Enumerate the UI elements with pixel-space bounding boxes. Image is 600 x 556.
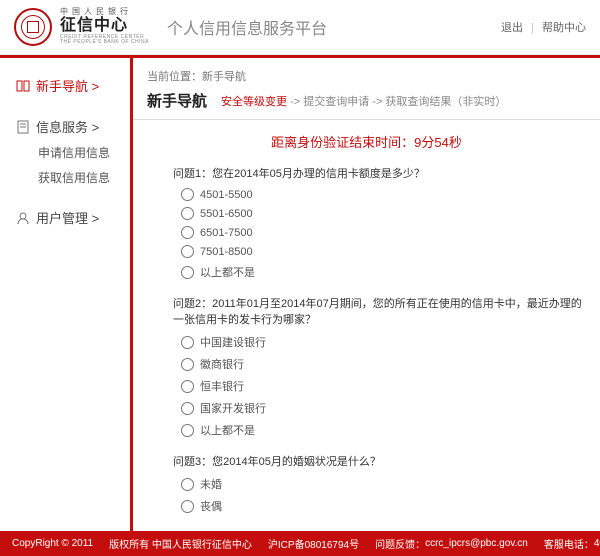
footer: CopyRight © 2011 版权所有 中国人民银行征信中心 沪ICP备08… bbox=[0, 531, 600, 556]
radio-input[interactable] bbox=[181, 226, 194, 239]
header: 中国人民银行 征信中心 CREDIT REFERENCE CENTER THE … bbox=[0, 0, 600, 55]
footer-tel-label: 客服电话： bbox=[544, 536, 594, 551]
logo-seal-icon bbox=[14, 8, 52, 46]
option-label: 国家开发银行 bbox=[200, 400, 266, 416]
radio-input[interactable] bbox=[181, 380, 194, 393]
footer-feedback-label: 问题反馈： bbox=[375, 536, 425, 551]
radio-input[interactable] bbox=[181, 500, 194, 513]
sidebar-sub-apply[interactable]: 申请信用信息 bbox=[16, 140, 130, 165]
qa-option[interactable]: 徽商银行 bbox=[173, 353, 586, 375]
page-title: 新手导航 bbox=[147, 90, 207, 111]
step-arrow: -> bbox=[369, 96, 385, 108]
qa-block-3: 问题3：您2014年05月的婚姻状况是什么？ 未婚 丧偶 bbox=[133, 453, 600, 521]
breadcrumb-current: 新手导航 bbox=[202, 71, 246, 83]
qa-option[interactable]: 国家开发银行 bbox=[173, 397, 586, 419]
footer-tel: 400-810-8866 bbox=[594, 538, 600, 549]
help-link[interactable]: 帮助中心 bbox=[542, 22, 586, 34]
platform-title: 个人信用信息服务平台 bbox=[167, 15, 327, 39]
option-label: 徽商银行 bbox=[200, 356, 244, 372]
option-label: 5501-6500 bbox=[200, 208, 253, 220]
step-2: 提交查询申请 bbox=[303, 96, 369, 108]
question-text: 问题3：您2014年05月的婚姻状况是什么？ bbox=[173, 453, 586, 469]
step-3: 获取查询结果（非实时） bbox=[385, 96, 506, 108]
sidebar-item-label: 新手导航 > bbox=[36, 76, 99, 95]
radio-input[interactable] bbox=[181, 245, 194, 258]
logout-link[interactable]: 退出 bbox=[501, 22, 523, 34]
sidebar: 新手导航 > 信息服务 > 申请信用信息 获取信用信息 用户管理 > bbox=[0, 58, 130, 531]
option-label: 丧偶 bbox=[200, 498, 222, 514]
qa-block-1: 问题1：您在2014年05月办理的信用卡额度是多少？ 4501-5500 550… bbox=[133, 165, 600, 287]
sidebar-sub-get[interactable]: 获取信用信息 bbox=[16, 165, 130, 190]
option-label: 6501-7500 bbox=[200, 227, 253, 239]
qa-option[interactable]: 以上都不是 bbox=[173, 419, 586, 441]
document-icon bbox=[16, 120, 30, 134]
option-label: 中国建设银行 bbox=[200, 334, 266, 350]
breadcrumb-prefix: 当前位置： bbox=[147, 71, 202, 83]
radio-input[interactable] bbox=[181, 207, 194, 220]
radio-input[interactable] bbox=[181, 266, 194, 279]
radio-input[interactable] bbox=[181, 478, 194, 491]
qa-option[interactable]: 以上都不是 bbox=[173, 261, 586, 283]
step-arrow: -> bbox=[287, 96, 303, 108]
qa-option[interactable]: 7501-8500 bbox=[173, 242, 586, 261]
option-label: 以上都不是 bbox=[200, 264, 255, 280]
qa-block-2: 问题2：2011年01月至2014年07月期间，您的所有正在使用的信用卡中，最近… bbox=[133, 295, 600, 445]
footer-icp: 沪ICP备08016794号 bbox=[268, 536, 359, 551]
question-text: 问题2：2011年01月至2014年07月期间，您的所有正在使用的信用卡中，最近… bbox=[173, 295, 586, 327]
option-label: 4501-5500 bbox=[200, 189, 253, 201]
option-label: 以上都不是 bbox=[200, 422, 255, 438]
book-icon bbox=[16, 79, 30, 93]
radio-input[interactable] bbox=[181, 188, 194, 201]
sidebar-item-label: 信息服务 > bbox=[36, 117, 99, 136]
qa-option[interactable]: 恒丰银行 bbox=[173, 375, 586, 397]
breadcrumb: 当前位置：新手导航 bbox=[133, 58, 600, 90]
brand-eng-2: THE PEOPLE'S BANK OF CHINA bbox=[60, 40, 149, 46]
steps: 安全等级变更 -> 提交查询申请 -> 获取查询结果（非实时） bbox=[221, 93, 506, 109]
sidebar-item-newbie[interactable]: 新手导航 > bbox=[16, 72, 130, 99]
footer-feedback-email[interactable]: ccrc_ipcrs@pbc.gov.cn bbox=[425, 538, 528, 549]
option-label: 7501-8500 bbox=[200, 246, 253, 258]
option-label: 恒丰银行 bbox=[200, 378, 244, 394]
radio-input[interactable] bbox=[181, 424, 194, 437]
qa-option[interactable]: 4501-5500 bbox=[173, 185, 586, 204]
qa-option[interactable]: 未婚 bbox=[173, 473, 586, 495]
brand-text: 中国人民银行 征信中心 CREDIT REFERENCE CENTER THE … bbox=[60, 8, 149, 45]
countdown-text: 距离身份验证结束时间：9分54秒 bbox=[133, 120, 600, 157]
sidebar-item-user-mgmt[interactable]: 用户管理 > bbox=[16, 204, 130, 231]
header-separator: | bbox=[531, 22, 534, 34]
sidebar-item-info-service[interactable]: 信息服务 > bbox=[16, 113, 130, 140]
question-text: 问题1：您在2014年05月办理的信用卡额度是多少？ bbox=[173, 165, 586, 181]
footer-owner: 版权所有 中国人民银行征信中心 bbox=[109, 536, 252, 551]
page-title-row: 新手导航 安全等级变更 -> 提交查询申请 -> 获取查询结果（非实时） bbox=[133, 90, 600, 120]
radio-input[interactable] bbox=[181, 336, 194, 349]
qa-option[interactable]: 5501-6500 bbox=[173, 204, 586, 223]
option-label: 未婚 bbox=[200, 476, 222, 492]
sidebar-item-label: 用户管理 > bbox=[36, 208, 99, 227]
footer-copy: CopyRight © 2011 bbox=[12, 538, 93, 549]
qa-option[interactable]: 中国建设银行 bbox=[173, 331, 586, 353]
step-current: 安全等级变更 bbox=[221, 96, 287, 108]
main: 当前位置：新手导航 新手导航 安全等级变更 -> 提交查询申请 -> 获取查询结… bbox=[130, 58, 600, 531]
brand-big: 征信中心 bbox=[60, 17, 149, 35]
brand-small: 中国人民银行 bbox=[60, 8, 149, 17]
header-right: 退出 | 帮助中心 bbox=[501, 19, 586, 35]
user-icon bbox=[16, 211, 30, 225]
container: 新手导航 > 信息服务 > 申请信用信息 获取信用信息 用户管理 > 当 bbox=[0, 58, 600, 531]
qa-option[interactable]: 丧偶 bbox=[173, 495, 586, 517]
radio-input[interactable] bbox=[181, 358, 194, 371]
radio-input[interactable] bbox=[181, 402, 194, 415]
qa-option[interactable]: 6501-7500 bbox=[173, 223, 586, 242]
